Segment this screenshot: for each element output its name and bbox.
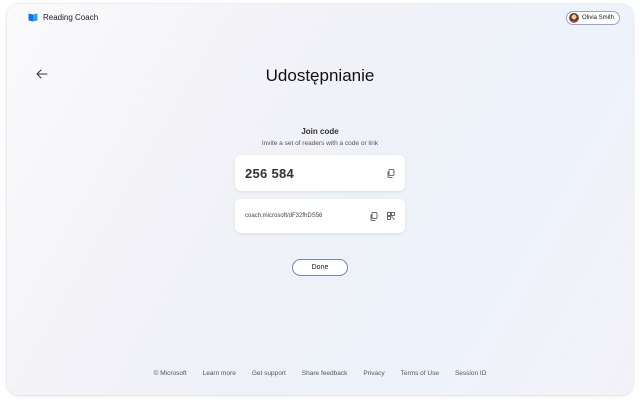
footer-link-terms[interactable]: Terms of Use [401,370,439,377]
footer-link-session-id[interactable]: Session ID [455,370,486,377]
join-code-heading: Join code [301,127,339,136]
copy-icon [370,211,377,221]
app-name: Reading Coach [43,12,99,22]
footer-link-share-feedback[interactable]: Share feedback [302,370,348,377]
page-title: Udostępnianie [265,66,375,85]
footer-link-get-support[interactable]: Get support [252,370,286,377]
join-code-description: Invite a set of readers with a code or l… [261,140,379,147]
app-window: Reading Coach Olivia Smith Udostępnianie… [7,4,633,395]
copy-code-button[interactable] [386,168,395,178]
join-link-value: coach.microsoft/dF32fhDS56 [245,213,323,219]
join-code-value: 256 584 [245,165,295,181]
book-logo-icon [28,12,38,22]
join-code-card: 256 584 [235,155,405,191]
qr-code-button[interactable] [386,212,395,221]
app-brand: Reading Coach [28,12,98,22]
footer-link-privacy[interactable]: Privacy [363,370,384,377]
avatar [568,13,579,23]
join-link-card: coach.microsoft/dF32fhDS56 [235,199,405,233]
footer: © Microsoft Learn more Get support Share… [7,370,633,377]
footer-copyright: © Microsoft [153,370,187,377]
qr-code-icon [386,212,395,220]
profile-button[interactable]: Olivia Smith [565,11,620,25]
user-name: Olivia Smith [581,15,614,21]
done-button[interactable]: Done [292,259,348,276]
footer-link-learn-more[interactable]: Learn more [203,370,236,377]
copy-icon [387,168,394,178]
copy-link-button[interactable] [369,211,378,221]
